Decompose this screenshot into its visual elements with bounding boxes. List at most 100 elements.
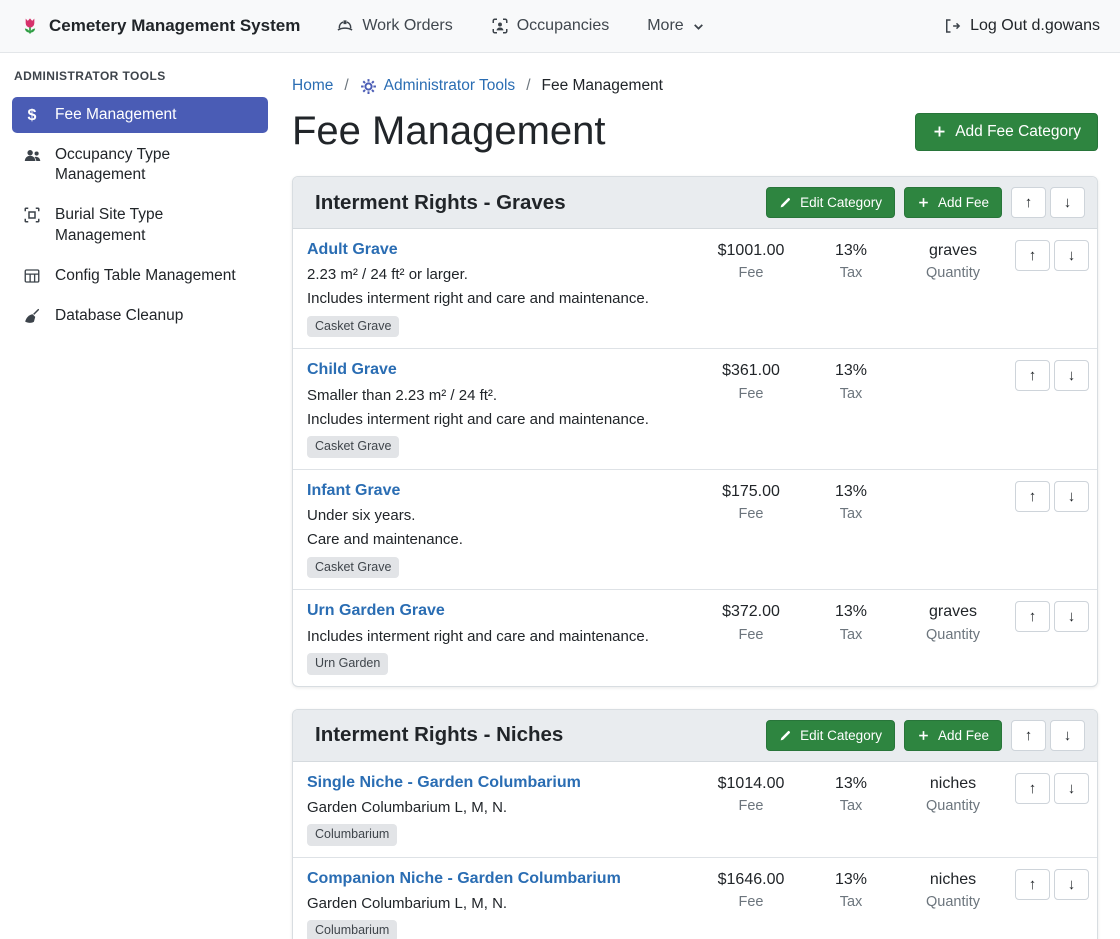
pencil-icon	[779, 196, 792, 209]
app-brand[interactable]: Cemetery Management System	[20, 15, 300, 37]
fee-desc-1: 2.23 m² / 24 ft² or larger.	[307, 266, 701, 283]
quantity-col: graves Quantity	[901, 240, 1005, 281]
add-fee-button[interactable]: Add Fee	[904, 187, 1002, 218]
move-fee-up-button[interactable]: ↑	[1015, 601, 1050, 632]
fee-name-link[interactable]: Child Grave	[307, 360, 397, 379]
fee-name-link[interactable]: Adult Grave	[307, 240, 398, 259]
sidebar-nav: $ Fee Management Occupancy Type Manageme…	[12, 97, 268, 334]
fee-name-link[interactable]: Single Niche - Garden Columbarium	[307, 773, 581, 792]
fee-name-link[interactable]: Infant Grave	[307, 481, 400, 500]
fee-col: $175.00 Fee	[701, 481, 801, 522]
fee-amount: $1001.00	[701, 241, 801, 260]
move-fee-up-button[interactable]: ↑	[1015, 869, 1050, 900]
move-fee-down-button[interactable]: ↓	[1054, 240, 1089, 271]
fee-main: Child Grave Smaller than 2.23 m² / 24 ft…	[307, 360, 701, 457]
sidebar-item-burial-site-type-management[interactable]: Burial Site Type Management	[12, 197, 268, 253]
arrow-up-icon: ↑	[1029, 608, 1037, 625]
fee-name-link[interactable]: Companion Niche - Garden Columbarium	[307, 869, 621, 888]
quantity-col: graves Quantity	[901, 601, 1005, 642]
fee-amount: $175.00	[701, 482, 801, 501]
fee-desc-1: Under six years.	[307, 507, 701, 524]
fee-main: Single Niche - Garden Columbarium Garden…	[307, 773, 701, 846]
category-reorder-controls: ↑ ↓	[1011, 187, 1085, 218]
nav-label: More	[647, 17, 683, 35]
fee-row: Infant Grave Under six years. Care and m…	[293, 470, 1097, 590]
breadcrumb-current: Fee Management	[542, 77, 664, 95]
fee-main: Infant Grave Under six years. Care and m…	[307, 481, 701, 578]
arrow-up-icon: ↑	[1029, 780, 1037, 797]
fee-type-badge: Columbarium	[307, 920, 397, 939]
page: { "navbar": { "brand": "Cemetery Managem…	[0, 0, 1120, 939]
move-fee-down-button[interactable]: ↓	[1054, 360, 1089, 391]
move-fee-down-button[interactable]: ↓	[1054, 601, 1089, 632]
fee-amount: $1014.00	[701, 774, 801, 793]
fee-amount: $361.00	[701, 361, 801, 380]
fee-quantity: graves	[901, 602, 1005, 621]
sidebar-heading: ADMINISTRATOR TOOLS	[14, 69, 266, 83]
nav-more[interactable]: More	[647, 17, 704, 35]
fee-reorder-controls: ↑ ↓	[1005, 601, 1091, 632]
move-category-down-button[interactable]: ↓	[1050, 720, 1085, 751]
broom-icon	[22, 307, 42, 325]
fee-quantity: niches	[901, 774, 1005, 793]
fee-col: $372.00 Fee	[701, 601, 801, 642]
fee-desc-2: Includes interment right and care and ma…	[307, 290, 701, 307]
fee-row: Companion Niche - Garden Columbarium Gar…	[293, 858, 1097, 939]
pencil-icon	[779, 729, 792, 742]
app-title: Cemetery Management System	[49, 16, 300, 36]
occupancy-icon	[491, 17, 509, 35]
logout-link[interactable]: Log Out d.gowans	[943, 17, 1100, 35]
arrow-down-icon: ↓	[1068, 488, 1076, 505]
move-category-down-button[interactable]: ↓	[1050, 187, 1085, 218]
add-fee-button[interactable]: Add Fee	[904, 720, 1002, 751]
fee-type-badge: Casket Grave	[307, 557, 399, 579]
move-fee-up-button[interactable]: ↑	[1015, 773, 1050, 804]
quantity-col: niches Quantity	[901, 773, 1005, 814]
title-row: Fee Management Add Fee Category	[292, 109, 1098, 154]
sidebar-item-occupancy-type-management[interactable]: Occupancy Type Management	[12, 137, 268, 193]
fee-col: $1646.00 Fee	[701, 869, 801, 910]
fee-name-link[interactable]: Urn Garden Grave	[307, 601, 445, 620]
move-fee-up-button[interactable]: ↑	[1015, 360, 1050, 391]
breadcrumb: Home / Administrator Tools / Fee Managem…	[292, 77, 1098, 95]
add-fee-category-button[interactable]: Add Fee Category	[915, 113, 1098, 151]
tax-label: Tax	[801, 894, 901, 910]
edit-category-button[interactable]: Edit Category	[766, 720, 895, 751]
edit-category-button[interactable]: Edit Category	[766, 187, 895, 218]
fee-row: Urn Garden Grave Includes interment righ…	[293, 590, 1097, 685]
arrow-up-icon: ↑	[1029, 876, 1037, 893]
category-header: Interment Rights - Graves Edit Category …	[293, 177, 1097, 229]
breadcrumb-separator: /	[344, 77, 348, 95]
breadcrumb-admin-link[interactable]: Administrator Tools	[360, 77, 516, 95]
tax-col: 13% Tax	[801, 601, 901, 642]
breadcrumb-home-link[interactable]: Home	[292, 77, 333, 95]
sidebar-item-fee-management[interactable]: $ Fee Management	[12, 97, 268, 133]
fee-row: Single Niche - Garden Columbarium Garden…	[293, 762, 1097, 858]
nav-occupancies[interactable]: Occupancies	[491, 17, 610, 35]
move-category-up-button[interactable]: ↑	[1011, 187, 1046, 218]
nav-work-orders[interactable]: Work Orders	[336, 17, 452, 35]
move-fee-down-button[interactable]: ↓	[1054, 869, 1089, 900]
move-fee-up-button[interactable]: ↑	[1015, 481, 1050, 512]
sidebar-item-config-table-management[interactable]: Config Table Management	[12, 258, 268, 294]
fee-row: Adult Grave 2.23 m² / 24 ft² or larger. …	[293, 229, 1097, 349]
layout: ADMINISTRATOR TOOLS $ Fee Management Occ…	[0, 53, 1120, 939]
fee-main: Companion Niche - Garden Columbarium Gar…	[307, 869, 701, 939]
page-title: Fee Management	[292, 109, 606, 154]
tulip-logo-icon	[20, 15, 40, 37]
category-title: Interment Rights - Graves	[315, 191, 566, 215]
move-category-up-button[interactable]: ↑	[1011, 720, 1046, 751]
users-icon	[22, 146, 42, 165]
move-fee-down-button[interactable]: ↓	[1054, 773, 1089, 804]
arrow-down-icon: ↓	[1068, 876, 1076, 893]
move-fee-up-button[interactable]: ↑	[1015, 240, 1050, 271]
quantity-col: niches Quantity	[901, 869, 1005, 910]
move-fee-down-button[interactable]: ↓	[1054, 481, 1089, 512]
tax-col: 13% Tax	[801, 869, 901, 910]
arrow-down-icon: ↓	[1064, 194, 1072, 211]
fee-list: Adult Grave 2.23 m² / 24 ft² or larger. …	[293, 229, 1097, 686]
tax-col: 13% Tax	[801, 773, 901, 814]
fee-list: Single Niche - Garden Columbarium Garden…	[293, 762, 1097, 939]
sidebar-item-database-cleanup[interactable]: Database Cleanup	[12, 298, 268, 334]
fee-reorder-controls: ↑ ↓	[1005, 481, 1091, 512]
